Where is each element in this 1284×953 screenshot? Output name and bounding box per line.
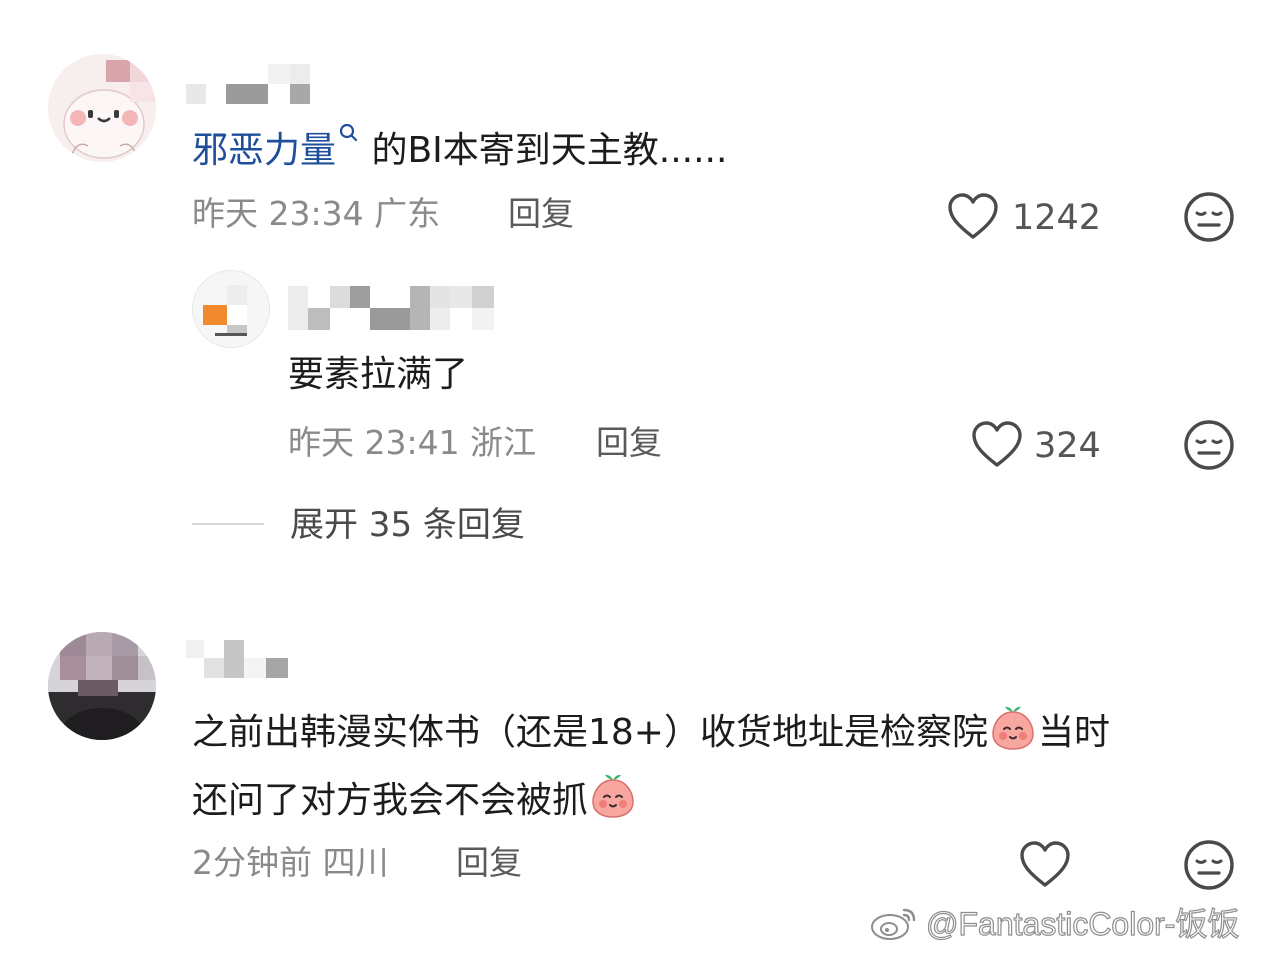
peach-face-emoji-icon [592,774,634,818]
location-label: 广东 [374,194,441,233]
watermark: @FantasticColor-饭饭 [870,900,1240,944]
expand-replies-button[interactable]: 展开 35 条回复 [290,503,525,547]
like-button[interactable] [1018,840,1072,890]
heart-icon [1020,841,1070,887]
heart-icon [972,421,1022,467]
dislike-button[interactable] [1182,190,1236,244]
expressionless-face-icon [1184,192,1234,242]
heart-icon [948,193,998,239]
comment-text: 邪恶力量 的BI本寄到天主教...... [192,122,727,176]
photo-avatar-icon [48,632,156,740]
reply-button[interactable]: 回复 [596,421,662,465]
like-button[interactable] [946,192,1000,242]
avatar[interactable] [48,632,156,740]
cartoon-avatar-icon [48,54,156,162]
like-count: 324 [1034,426,1101,466]
avatar[interactable] [192,270,270,348]
dislike-button[interactable] [1182,838,1236,892]
comment-body-line2: 还问了对方我会不会被抓 [192,780,589,821]
location-label: 四川 [322,843,389,882]
topic-link[interactable]: 邪恶力量 [192,130,336,171]
time-label: 2分钟前 [192,843,312,882]
dislike-button[interactable] [1182,418,1236,472]
comment-body-line1: 之前出韩漫实体书（还是18+）收货地址是检察院 [192,712,988,753]
like-count: 1242 [1012,198,1102,238]
comment-time: 昨天 23:34 广东 [192,192,440,236]
username-pixelated[interactable] [288,286,494,330]
logo-avatar-icon [193,271,269,347]
reply-time: 昨天 23:41 浙江 [288,421,536,465]
search-icon[interactable] [338,122,360,148]
peach-face-emoji-icon [992,706,1034,750]
time-label: 昨天 23:41 [288,423,460,462]
expressionless-face-icon [1184,420,1234,470]
comment-text: 之前出韩漫实体书（还是18+）收货地址是检察院 当时 [192,702,1110,758]
reply-button[interactable]: 回复 [456,841,522,885]
comment-time: 2分钟前 四川 [192,841,389,885]
location-label: 浙江 [470,423,537,462]
comment-body-line1-end: 当时 [1037,712,1110,753]
expressionless-face-icon [1184,840,1234,890]
weibo-logo-icon [871,908,916,940]
time-label: 昨天 23:34 [192,194,364,233]
username-pixelated[interactable] [186,640,290,678]
avatar[interactable] [48,54,156,162]
expand-divider [192,523,264,525]
watermark-text: @FantasticColor-饭饭 [925,905,1240,942]
reply-button[interactable]: 回复 [508,192,574,236]
comment-body: 的BI本寄到天主教...... [360,130,728,171]
username-pixelated[interactable] [186,64,310,104]
comment-text-line2: 还问了对方我会不会被抓 [192,770,638,826]
like-button[interactable] [970,420,1024,470]
reply-text: 要素拉满了 [288,354,469,395]
